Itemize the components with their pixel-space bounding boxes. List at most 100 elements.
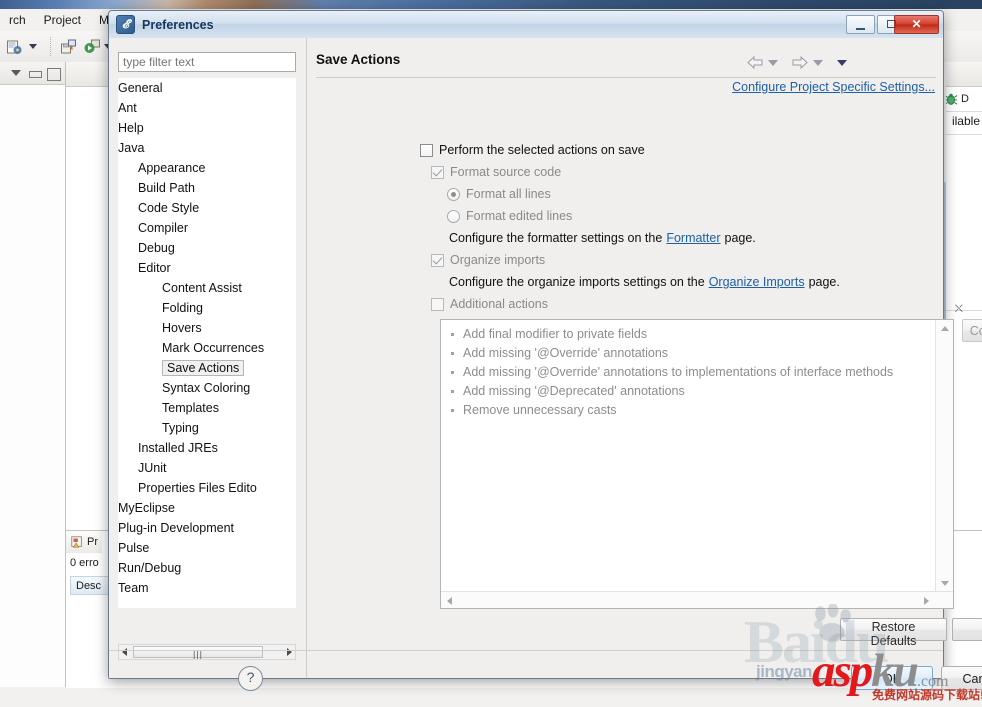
formatter-link[interactable]: Formatter xyxy=(666,231,720,245)
list-item[interactable]: Add missing '@Deprecated' annotations xyxy=(441,382,935,401)
dialog-title-bar[interactable]: 𝓔 Preferences ✕ xyxy=(109,11,943,39)
tree-item-label: Compiler xyxy=(138,221,189,235)
organize-hint-prefix: Configure the organize imports settings … xyxy=(449,275,705,289)
format-source-code-checkbox[interactable] xyxy=(431,165,444,179)
additional-actions-row[interactable]: Additional actions xyxy=(431,297,548,311)
additional-actions-listbox[interactable]: Add final modifier to private fields Add … xyxy=(440,319,954,609)
scroll-up-arrow-icon[interactable] xyxy=(941,326,949,331)
organize-imports-link[interactable]: Organize Imports xyxy=(709,275,805,289)
menu-item-project[interactable]: Project xyxy=(35,13,90,27)
tree-item-folding[interactable]: Folding xyxy=(118,298,296,318)
configure-button[interactable]: Configure... xyxy=(962,319,982,342)
tree-item-plug-in-development[interactable]: Plug-in Development xyxy=(118,518,296,538)
tree-item-label: Help xyxy=(118,121,144,135)
tree-item-editor[interactable]: Editor xyxy=(118,258,296,278)
tree-item-properties-files-edito[interactable]: Properties Files Edito xyxy=(118,478,296,498)
tree-item-code-style[interactable]: Code Style xyxy=(118,198,296,218)
tree-item-save-actions[interactable]: Save Actions xyxy=(118,358,296,378)
tree-item-syntax-coloring[interactable]: Syntax Coloring xyxy=(118,378,296,398)
format-all-lines-label: Format all lines xyxy=(466,187,551,201)
tree-item-templates[interactable]: Templates xyxy=(118,398,296,418)
preferences-dialog: 𝓔 Preferences ✕ General Ant Help Java Appear… xyxy=(108,10,982,691)
formatter-hint-prefix: Configure the formatter settings on the xyxy=(449,231,663,245)
back-dropdown-caret[interactable] xyxy=(768,60,778,66)
scroll-down-arrow-icon[interactable] xyxy=(941,581,949,586)
close-button[interactable]: ✕ xyxy=(894,15,939,34)
tree-item-label: Content Assist xyxy=(162,281,242,295)
tree-item-junit[interactable]: JUnit xyxy=(118,458,296,478)
problems-view-tab[interactable]: Pr xyxy=(66,531,102,553)
tree-item-label: Build Path xyxy=(138,181,195,195)
tree-horizontal-scrollbar[interactable]: ||| xyxy=(118,644,296,660)
new-wizard-dropdown-caret[interactable] xyxy=(29,44,37,49)
actions-horizontal-scrollbar[interactable] xyxy=(441,591,953,608)
help-icon[interactable]: ? xyxy=(238,666,263,691)
minimize-button[interactable] xyxy=(846,15,875,34)
forward-dropdown-caret[interactable] xyxy=(813,60,823,66)
tree-item-pulse[interactable]: Pulse xyxy=(118,538,296,558)
perform-actions-on-save-row[interactable]: Perform the selected actions on save xyxy=(420,143,645,157)
maximize-view-icon[interactable] xyxy=(47,68,61,81)
restore-defaults-button[interactable]: Restore Defaults xyxy=(840,618,947,648)
tree-item-build-path[interactable]: Build Path xyxy=(118,178,296,198)
menu-item-search[interactable]: rch xyxy=(0,13,35,27)
list-item[interactable]: Add final modifier to private fields xyxy=(441,325,935,344)
tree-item-label: JUnit xyxy=(138,461,167,475)
format-source-code-row[interactable]: Format source code xyxy=(431,165,561,179)
tree-item-mark-occurrences[interactable]: Mark Occurrences xyxy=(118,338,296,358)
close-x-icon[interactable]: ⛌ xyxy=(955,303,963,316)
scroll-right-arrow-icon[interactable] xyxy=(924,597,929,605)
problems-error-count: 0 erro xyxy=(70,557,99,569)
tree-item-java[interactable]: Java xyxy=(118,138,296,158)
cancel-button[interactable]: Cancel xyxy=(941,666,982,690)
content-header: Save Actions xyxy=(307,52,943,78)
arrow-left-icon[interactable] xyxy=(747,55,763,70)
tree-item-debug[interactable]: Debug xyxy=(118,238,296,258)
additional-actions-list[interactable]: Add final modifier to private fields Add … xyxy=(441,320,935,597)
tree-item-label: Team xyxy=(118,581,149,595)
actions-vertical-scrollbar[interactable] xyxy=(935,320,953,592)
list-item[interactable]: Remove unnecessary casts xyxy=(441,401,935,420)
additional-actions-checkbox[interactable] xyxy=(431,297,444,311)
new-wizard-icon[interactable] xyxy=(6,39,23,55)
chevron-down-icon[interactable] xyxy=(837,60,847,66)
format-all-lines-radio[interactable] xyxy=(447,187,460,201)
apply-button[interactable]: Apply xyxy=(952,618,982,641)
tree-item-hovers[interactable]: Hovers xyxy=(118,318,296,338)
view-menu-icon[interactable] xyxy=(11,70,21,76)
list-item[interactable]: Add missing '@Override' annotations to i… xyxy=(441,363,935,382)
right-panel-header-label: D xyxy=(961,92,969,105)
tree-item-appearance[interactable]: Appearance xyxy=(118,158,296,178)
preferences-tree[interactable]: General Ant Help Java Appearance Build Path Co… xyxy=(118,78,296,608)
format-all-lines-row[interactable]: Format all lines xyxy=(447,187,551,201)
tree-item-team[interactable]: Team xyxy=(118,578,296,598)
list-item[interactable]: Add missing '@Override' annotations xyxy=(441,344,935,363)
tree-item-content-assist[interactable]: Content Assist xyxy=(118,278,296,298)
tree-item-ant[interactable]: Ant xyxy=(118,98,296,118)
configure-project-specific-settings-link[interactable]: Configure Project Specific Settings... xyxy=(732,80,935,94)
organize-imports-hint-row: Configure the organize imports settings … xyxy=(449,275,840,289)
tree-item-installed-jres[interactable]: Installed JREs xyxy=(118,438,296,458)
filter-input[interactable] xyxy=(118,52,296,72)
scroll-left-arrow-icon[interactable] xyxy=(447,597,452,605)
tree-item-help[interactable]: Help xyxy=(118,118,296,138)
organize-imports-checkbox[interactable] xyxy=(431,253,444,267)
save-all-icon[interactable] xyxy=(60,39,77,55)
tree-item-myeclipse[interactable]: MyEclipse xyxy=(118,498,296,518)
minimize-icon xyxy=(856,28,865,30)
tree-item-label: Templates xyxy=(162,401,219,415)
format-edited-lines-radio[interactable] xyxy=(447,209,460,223)
tree-item-run-debug[interactable]: Run/Debug xyxy=(118,558,296,578)
arrow-right-icon[interactable] xyxy=(792,55,808,70)
tree-item-compiler[interactable]: Compiler xyxy=(118,218,296,238)
minimize-view-icon[interactable] xyxy=(29,71,42,78)
organize-imports-row[interactable]: Organize imports xyxy=(431,253,545,267)
tree-item-typing[interactable]: Typing xyxy=(118,418,296,438)
format-edited-lines-row[interactable]: Format edited lines xyxy=(447,209,572,223)
tree-item-label: Pulse xyxy=(118,541,150,555)
tree-scrollbar-thumb[interactable]: ||| xyxy=(133,646,263,659)
tree-item-general[interactable]: General xyxy=(118,78,296,98)
run-icon[interactable] xyxy=(84,39,101,55)
perform-actions-on-save-checkbox[interactable] xyxy=(420,143,433,157)
ok-button[interactable]: OK xyxy=(851,666,933,690)
